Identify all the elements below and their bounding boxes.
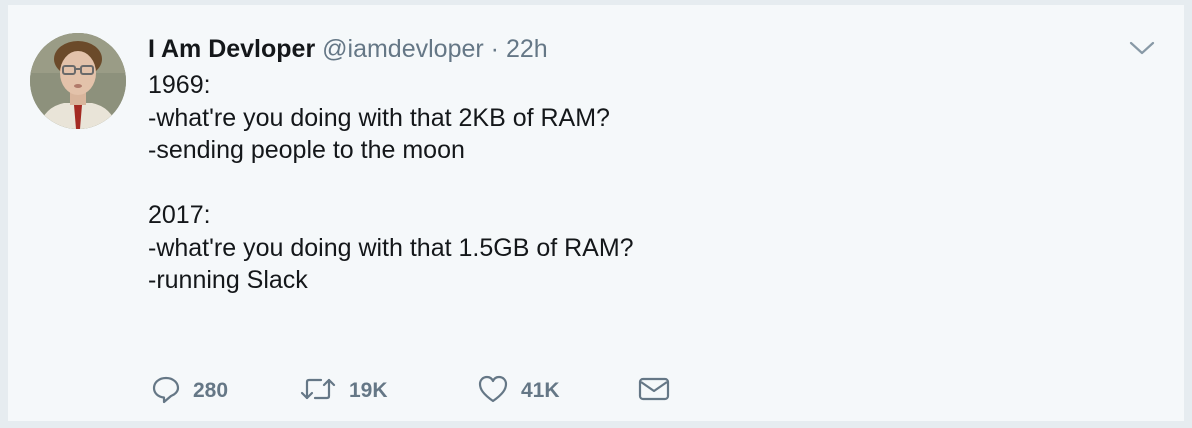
tweet-card[interactable]: I Am Devloper @iamdevloper · 22h 1969: -… [8, 4, 1184, 422]
like-button[interactable]: 41K [477, 373, 560, 409]
retweet-icon [299, 374, 337, 409]
envelope-icon [637, 374, 671, 409]
tweet-line: -what're you doing with that 2KB of RAM? [148, 103, 610, 132]
like-count: 41K [521, 379, 560, 402]
tweet-line: 2017: [148, 201, 211, 229]
tweet-line: 1969: [148, 71, 211, 99]
separator-dot: · [490, 35, 499, 63]
reply-button[interactable]: 280 [151, 373, 228, 409]
avatar[interactable] [30, 33, 126, 129]
tweet-line [148, 167, 1148, 200]
tweet-text: 1969: -what're you doing with that 2KB o… [148, 69, 1148, 297]
tweet-line: -running Slack [148, 266, 308, 294]
chevron-down-icon[interactable] [1128, 37, 1156, 59]
retweet-count: 19K [349, 379, 388, 402]
timestamp[interactable]: 22h [506, 35, 548, 63]
reply-icon [151, 374, 181, 409]
author-handle[interactable]: @iamdevloper [322, 35, 484, 63]
tweet-header: I Am Devloper @iamdevloper · 22h [148, 35, 548, 64]
tweet-line: -sending people to the moon [148, 136, 465, 164]
retweet-button[interactable]: 19K [299, 373, 388, 409]
direct-message-button[interactable] [637, 373, 671, 409]
heart-icon [477, 374, 509, 409]
reply-count: 280 [193, 379, 229, 402]
tweet-line: -what're you doing with that 1.5GB of RA… [148, 233, 634, 262]
author-name[interactable]: I Am Devloper [148, 35, 315, 63]
